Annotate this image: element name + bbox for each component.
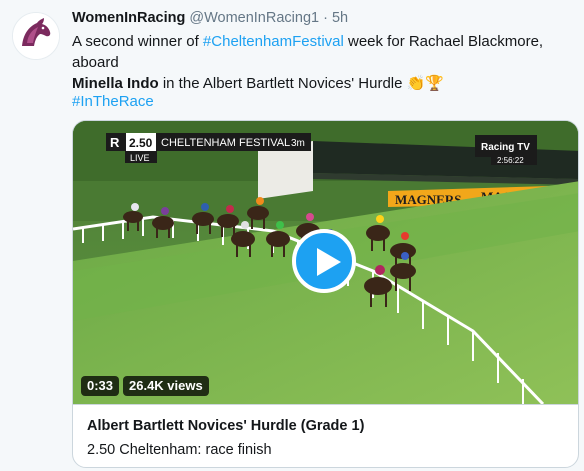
video-player[interactable]: MAGNERS MAGNERS — [73, 121, 578, 404]
play-button[interactable] — [292, 229, 356, 293]
channel-label: Racing TV — [481, 142, 530, 153]
meeting-label: CHELTENHAM FESTIVAL — [161, 137, 290, 149]
tweet-text-part3: in the Albert Bartlett Novices' Hurdle — [158, 75, 407, 92]
horse-head-logo-icon — [13, 13, 59, 59]
header-separator: · — [323, 10, 328, 26]
live-label: LIVE — [130, 153, 150, 163]
card-description: 2.50 Cheltenham: race finish — [87, 442, 272, 458]
hashtag-in-the-race[interactable]: #InTheRace — [72, 93, 154, 110]
author-handle[interactable]: @WomenInRacing1 — [189, 10, 319, 26]
video-card[interactable]: MAGNERS MAGNERS — [72, 120, 579, 468]
video-duration: 0:33 — [81, 376, 120, 396]
view-count: 26.4K views — [123, 376, 209, 396]
race-time-label: 2.50 — [129, 136, 153, 150]
svg-text:R: R — [110, 135, 120, 150]
tweet-text: A second winner of #CheltenhamFestival w… — [72, 31, 572, 94]
tweet[interactable]: WomenInRacing @WomenInRacing1 · 5h A sec… — [0, 0, 584, 471]
tweet-text-part1: A second winner of — [72, 33, 203, 50]
card-info[interactable]: Albert Bartlett Novices' Hurdle (Grade 1… — [73, 404, 578, 467]
tweet-time[interactable]: 5h — [332, 10, 348, 26]
hashtag-cheltenham-festival[interactable]: #CheltenhamFestival — [203, 33, 344, 50]
author-name[interactable]: WomenInRacing — [72, 10, 185, 26]
avatar[interactable] — [12, 12, 60, 60]
horse-name: Minella Indo — [72, 75, 159, 92]
trophy-icon: 🏆 — [425, 75, 445, 92]
clapping-hands-icon: 👏 — [406, 75, 426, 92]
play-icon — [317, 248, 341, 276]
tweet-header: WomenInRacing @WomenInRacing1 · 5h — [72, 10, 348, 26]
distance-label: 3m — [291, 138, 305, 149]
card-title: Albert Bartlett Novices' Hurdle (Grade 1… — [87, 418, 365, 434]
clock-label: 2:56:22 — [497, 156, 524, 165]
